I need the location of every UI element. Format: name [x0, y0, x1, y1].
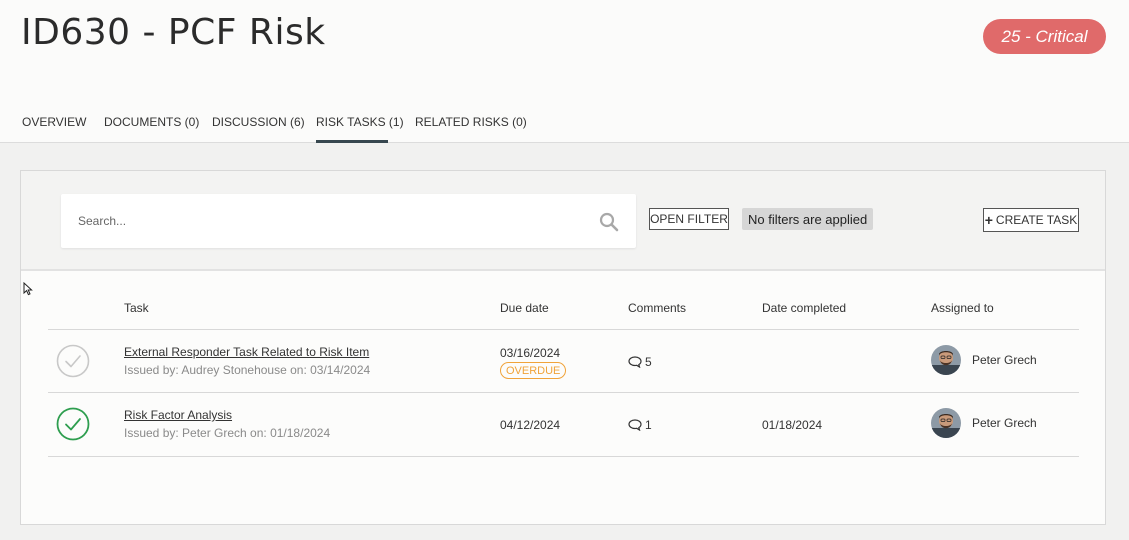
task-toolbar: OPEN FILTER No filters are applied + CRE…	[21, 171, 1105, 271]
create-task-button[interactable]: + CREATE TASK	[983, 208, 1079, 232]
column-header-assigned-to: Assigned to	[931, 301, 994, 315]
table-row: Risk Factor Analysis Issued by: Peter Gr…	[48, 393, 1079, 456]
column-header-date-completed: Date completed	[762, 301, 847, 315]
overdue-badge: OVERDUE	[500, 362, 567, 379]
comments-number: 1	[645, 418, 652, 432]
row-divider	[48, 456, 1079, 457]
tab-discussion[interactable]: DISCUSSION (6)	[212, 108, 305, 143]
risk-tasks-panel: OPEN FILTER No filters are applied + CRE…	[20, 170, 1106, 525]
column-header-comments: Comments	[628, 301, 687, 315]
tab-overview[interactable]: OVERVIEW	[22, 108, 86, 143]
due-date: 03/16/2024	[500, 346, 561, 360]
comments-number: 5	[645, 355, 652, 369]
comment-icon	[628, 419, 642, 431]
filter-status-badge: No filters are applied	[742, 208, 874, 230]
tab-related-risks[interactable]: RELATED RISKS (0)	[415, 108, 527, 143]
cursor-icon	[23, 282, 33, 296]
search-icon[interactable]	[599, 212, 619, 232]
task-issued-by: Issued by: Peter Grech on: 01/18/2024	[124, 426, 331, 440]
avatar	[931, 408, 961, 438]
risk-score-badge: 25 - Critical	[983, 19, 1106, 54]
column-header-due-date: Due date	[500, 301, 549, 315]
date-completed: 01/18/2024	[762, 418, 823, 432]
open-filter-button[interactable]: OPEN FILTER	[649, 208, 729, 230]
comments-count[interactable]: 1	[628, 418, 652, 432]
due-date: 04/12/2024	[500, 418, 561, 432]
page-header: ID630 - PCF Risk 25 - Critical OVERVIEW …	[0, 0, 1129, 143]
assignee-name: Peter Grech	[972, 353, 1037, 367]
avatar	[931, 345, 961, 375]
search-box	[61, 194, 636, 248]
task-link[interactable]: External Responder Task Related to Risk …	[124, 345, 369, 359]
assignee-name: Peter Grech	[972, 416, 1037, 430]
column-header-task: Task	[124, 301, 149, 315]
plus-icon: +	[984, 212, 993, 228]
check-circle-icon[interactable]	[56, 344, 90, 378]
task-link[interactable]: Risk Factor Analysis	[124, 408, 232, 422]
create-task-label: CREATE TASK	[995, 213, 1078, 227]
comment-icon	[628, 356, 642, 368]
comments-count[interactable]: 5	[628, 355, 652, 369]
task-issued-by: Issued by: Audrey Stonehouse on: 03/14/2…	[124, 363, 371, 377]
table-row: External Responder Task Related to Risk …	[48, 330, 1079, 393]
check-circle-icon[interactable]	[56, 407, 90, 441]
page-title: ID630 - PCF Risk	[21, 12, 326, 53]
search-input[interactable]	[78, 211, 578, 231]
tab-documents[interactable]: DOCUMENTS (0)	[104, 108, 199, 143]
tab-risk-tasks[interactable]: RISK TASKS (1)	[316, 108, 404, 143]
